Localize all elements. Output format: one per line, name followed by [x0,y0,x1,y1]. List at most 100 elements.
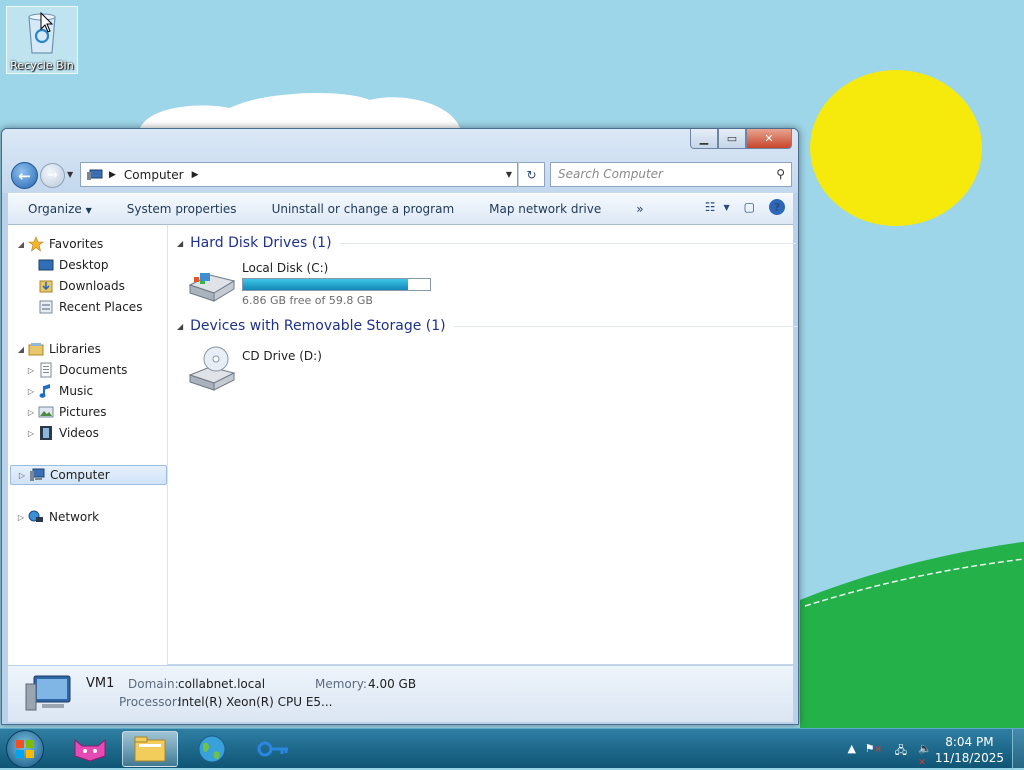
close-button[interactable]: ✕ [746,129,792,149]
nav-item-favorites[interactable]: ◢ Favorites [16,234,103,254]
cd-drive-icon [188,346,236,391]
help-icon[interactable]: ? [769,199,785,215]
organize-button[interactable]: Organize ▼ [8,202,107,216]
taskbar-app-browser[interactable] [184,731,240,767]
pictures-icon [38,406,54,418]
expand-arrow-icon[interactable]: ▷ [17,471,27,480]
sun [810,70,982,226]
collapse-arrow-icon[interactable]: ◢ [177,322,183,331]
nav-item-desktop[interactable]: Desktop [26,255,109,275]
command-bar: Organize ▼ System properties Uninstall o… [8,193,793,225]
nav-label: Network [49,510,100,524]
forward-arrow-icon: → [47,168,58,183]
breadcrumb-arrow-icon[interactable]: ▶ [192,170,199,180]
breadcrumb-arrow-icon[interactable]: ▶ [109,170,116,180]
start-button[interactable] [6,730,44,768]
computer-name: VM1 [86,676,115,691]
drive-name: CD Drive (D:) [242,349,322,363]
change-view-icon[interactable]: ☷ [705,200,716,214]
nav-item-videos[interactable]: ▷ Videos [26,423,99,443]
refresh-icon: ↻ [526,167,537,182]
search-icon[interactable]: ⚲ [776,167,785,181]
network-icon [28,510,43,522]
address-dropdown-icon[interactable]: ▼ [500,162,518,187]
drive-cd-d[interactable]: CD Drive (D:) [186,345,322,393]
breadcrumb-computer[interactable]: Computer [124,168,184,182]
nav-item-libraries[interactable]: ◢ Libraries [16,339,101,359]
drive-name: Local Disk (C:) [242,261,329,275]
maximize-button[interactable]: ▭ [718,129,746,149]
nav-item-computer[interactable]: ▷ Computer [10,465,167,485]
expand-arrow-icon[interactable]: ▷ [26,429,36,438]
address-bar[interactable]: ▶ Computer ▶ [80,162,518,187]
recent-places-icon [39,300,53,314]
drive-local-disk-c[interactable]: Local Disk (C:) 6.86 GB free of 59.8 GB [186,261,431,307]
collapse-arrow-icon[interactable]: ◢ [16,345,26,354]
organize-label: Organize [28,202,82,216]
videos-filmstrip-icon [40,426,52,440]
expand-arrow-icon[interactable]: ▷ [16,513,26,522]
nav-item-recent-places[interactable]: Recent Places [26,297,142,317]
search-input[interactable]: Search Computer ⚲ [550,162,792,187]
more-commands-button[interactable]: » [616,202,658,216]
documents-icon [40,362,52,378]
group-divider [453,325,798,327]
nav-item-documents[interactable]: ▷ Documents [26,360,127,380]
globe-icon [198,735,226,763]
nav-item-pictures[interactable]: ▷ Pictures [26,402,107,422]
taskbar-app-key[interactable] [246,731,302,767]
show-hidden-icons-icon[interactable]: ▲ [848,742,856,755]
map-network-drive-button[interactable]: Map network drive [469,202,616,216]
expand-arrow-icon[interactable]: ▷ [26,387,36,396]
cat-app-icon [74,738,106,762]
recent-pages-dropdown[interactable]: ▼ [67,170,73,179]
search-placeholder: Search Computer [558,167,663,181]
caption-buttons: ▁ ▭ ✕ [690,129,792,149]
windows-logo-icon [16,740,34,758]
clock[interactable]: 8:04 PM 11/18/2025 [935,734,1004,766]
refresh-button[interactable]: ↻ [518,162,545,187]
nav-label: Libraries [49,342,101,356]
group-removable-storage[interactable]: ◢ Devices with Removable Storage (1) [177,318,798,334]
show-desktop-button[interactable] [1012,729,1024,769]
back-arrow-icon: ← [18,166,31,185]
group-title: Hard Disk Drives (1) [190,235,332,251]
expand-arrow-icon[interactable]: ▷ [26,408,36,417]
explorer-body: ◢ Favorites Desktop Downloads Recent Pla… [8,225,798,665]
drive-usage-bar [242,278,431,291]
nav-label: Computer [50,468,110,482]
content-pane: ◢ Hard Disk Drives (1) Local Disk (C:) 6… [169,225,798,665]
collapse-arrow-icon[interactable]: ◢ [16,240,26,249]
computer-icon [30,468,45,481]
navigation-pane: ◢ Favorites Desktop Downloads Recent Pla… [8,225,168,665]
desktop-icon [38,259,54,271]
processor-label: Processor: [119,695,181,709]
nav-item-music[interactable]: ▷ Music [26,381,93,401]
taskbar-app-cat[interactable] [62,731,118,767]
collapse-arrow-icon[interactable]: ◢ [177,239,183,248]
network-status-icon[interactable]: 🖧 [895,742,907,761]
domain-label: Domain: [128,677,179,691]
minimize-button[interactable]: ▁ [690,129,718,149]
volume-muted-icon[interactable]: 🔈✕ [918,742,932,768]
nav-item-downloads[interactable]: Downloads [26,276,125,296]
back-button[interactable]: ← [11,162,38,189]
action-center-flag-icon[interactable]: ⚑✕ [865,742,882,755]
clock-date: 11/18/2025 [934,751,1004,765]
nav-label: Downloads [59,279,125,293]
preview-pane-icon[interactable]: ▢ [744,200,755,214]
nav-label: Videos [59,426,99,440]
recycle-bin-label: Recycle Bin [10,59,74,72]
expand-arrow-icon[interactable]: ▷ [26,366,36,375]
nav-item-network[interactable]: ▷ Network [16,507,99,527]
view-controls: ☷ ▼ ▢ ? [691,199,785,215]
taskbar-app-explorer[interactable] [122,731,178,767]
forward-button[interactable]: → [40,163,65,188]
uninstall-program-button[interactable]: Uninstall or change a program [252,202,470,216]
grass-hill [800,541,1024,728]
system-properties-button[interactable]: System properties [107,202,252,216]
domain-value: collabnet.local [178,677,266,691]
view-options-dropdown-icon[interactable]: ▼ [724,203,730,212]
star-icon [28,236,44,252]
group-hard-disk-drives[interactable]: ◢ Hard Disk Drives (1) [177,235,796,251]
